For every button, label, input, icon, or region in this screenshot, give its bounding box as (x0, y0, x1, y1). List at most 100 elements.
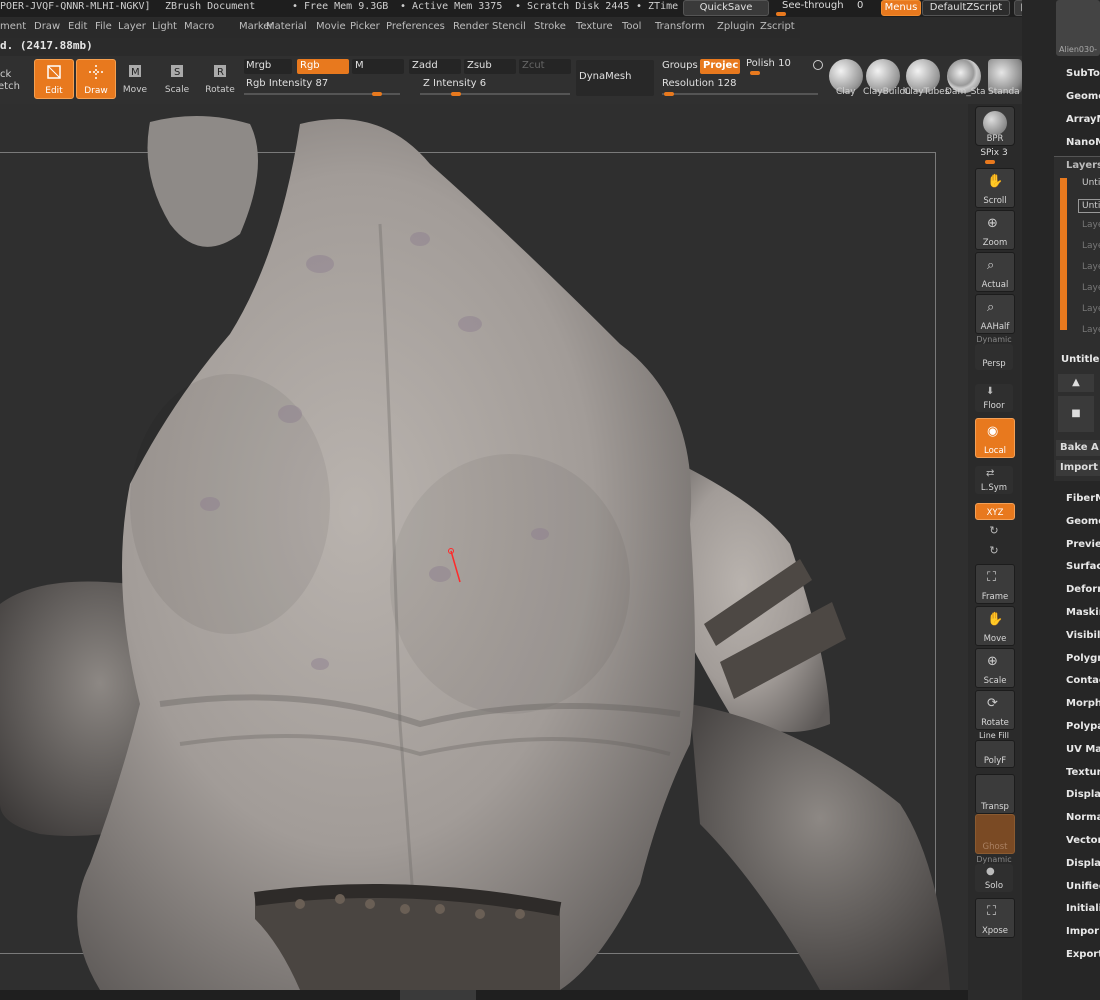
menu-file[interactable]: File (95, 21, 112, 32)
menus-toggle[interactable]: Menus (881, 0, 921, 16)
scale-button[interactable]: S Scale (158, 59, 196, 97)
persp-button[interactable]: Persp (975, 344, 1013, 370)
menu-material[interactable]: Material (266, 21, 307, 32)
spix-knob[interactable] (985, 160, 995, 164)
floor-button[interactable]: ⬇ Floor (975, 384, 1013, 412)
panel-subpalette-4[interactable]: Deform (1066, 584, 1100, 595)
panel-subpalette-15[interactable]: Vector (1066, 835, 1100, 846)
scale-view-button[interactable]: ⊕ Scale (975, 648, 1015, 688)
quicksave-button[interactable]: QuickSave (683, 0, 769, 16)
see-through-knob[interactable] (776, 12, 786, 16)
edit-button[interactable]: Edit (34, 59, 74, 99)
m-toggle[interactable]: M (352, 59, 404, 74)
panel-subpalette-8[interactable]: Contac (1066, 675, 1100, 686)
menu-transform[interactable]: Transform (655, 21, 705, 32)
menu-picker[interactable]: Picker (350, 21, 380, 32)
panel-item-3[interactable]: NanoM (1066, 137, 1100, 148)
panel-item-2[interactable]: ArrayM (1066, 114, 1100, 125)
actual-button[interactable]: ⌕ Actual (975, 252, 1015, 292)
frame-button[interactable]: ⛶ Frame (975, 564, 1015, 604)
scroll-button[interactable]: ✋ Scroll (975, 168, 1015, 208)
dynamesh-button[interactable]: DynaMesh (576, 60, 654, 96)
panel-subpalette-13[interactable]: Displa (1066, 789, 1100, 800)
panel-subpalette-18[interactable]: Initiali (1066, 903, 1100, 914)
resolution-knob[interactable] (664, 92, 674, 96)
zoom-button[interactable]: ⊕ Zoom (975, 210, 1015, 250)
layer-row[interactable]: Untit (1078, 199, 1100, 213)
layers-title[interactable]: Layers (1066, 160, 1100, 171)
panel-subpalette-2[interactable]: Previe (1066, 539, 1100, 550)
layer-row[interactable]: Laye (1082, 283, 1100, 293)
polish-knob[interactable] (750, 71, 760, 75)
solo-button[interactable]: ● Solo (975, 864, 1013, 892)
panel-subpalette-19[interactable]: Impor (1066, 926, 1099, 937)
menu-tool[interactable]: Tool (622, 21, 641, 32)
move-button[interactable]: M Move (116, 59, 154, 97)
transp-button[interactable]: Transp (975, 774, 1015, 814)
mrgb-toggle[interactable]: Mrgb (244, 59, 292, 74)
menu-macro[interactable]: Macro (184, 21, 214, 32)
project-toggle[interactable]: Projec (700, 59, 740, 74)
panel-subpalette-14[interactable]: Norma (1066, 812, 1100, 823)
menu-zplugin[interactable]: Zplugin (717, 21, 755, 32)
local-button[interactable]: ◉ Local (975, 418, 1015, 458)
panel-subpalette-3[interactable]: Surfac (1066, 561, 1100, 572)
panel-subpalette-7[interactable]: Polygr (1066, 653, 1100, 664)
layer-row[interactable]: Laye (1082, 241, 1100, 251)
rotate-axis-icon-1[interactable]: ↻ (968, 524, 1020, 537)
rgb-intensity-slider[interactable]: Rgb Intensity 87 (244, 78, 404, 98)
layer-row[interactable]: Laye (1082, 304, 1100, 314)
rgb-toggle[interactable]: Rgb (297, 59, 349, 74)
menu-preferences[interactable]: Preferences (386, 21, 445, 32)
rgb-intensity-knob[interactable] (371, 92, 382, 96)
zadd-toggle[interactable]: Zadd (409, 59, 461, 74)
panel-subpalette-5[interactable]: Maskin (1066, 607, 1100, 618)
polyf-button[interactable]: PolyF (975, 740, 1015, 768)
menu-edit[interactable]: Edit (68, 21, 87, 32)
polish-circle-toggle[interactable] (813, 60, 823, 70)
default-zscript-button[interactable]: DefaultZScript (922, 0, 1010, 16)
zsub-toggle[interactable]: Zsub (464, 59, 516, 74)
panel-subpalette-17[interactable]: Unified (1066, 881, 1100, 892)
menu-movie[interactable]: Movie (316, 21, 346, 32)
bottom-tray-toggle[interactable] (400, 990, 476, 1000)
rotate-view-button[interactable]: ⟳ Rotate (975, 690, 1015, 730)
menu-layer[interactable]: Layer (118, 21, 146, 32)
panel-subpalette-6[interactable]: Visibili (1066, 630, 1100, 641)
xpose-button[interactable]: ⛶ Xpose (975, 898, 1015, 938)
panel-subpalette-9[interactable]: Morph (1066, 698, 1100, 709)
layer-row[interactable]: Untit (1082, 178, 1100, 188)
panel-subpalette-1[interactable]: Geome (1066, 516, 1100, 527)
menu-texture[interactable]: Texture (576, 21, 613, 32)
draw-button[interactable]: Draw (76, 59, 116, 99)
rotate-button[interactable]: R Rotate (201, 59, 239, 97)
xyz-button[interactable]: XYZ (975, 503, 1015, 520)
ghost-button[interactable]: Ghost (975, 814, 1015, 854)
polish-slider[interactable]: Polish 10 (744, 58, 824, 76)
lsym-button[interactable]: ⇄ L.Sym (975, 466, 1013, 494)
sketch-button[interactable]: ck etch (0, 59, 30, 97)
layers-scrollbar[interactable] (1060, 178, 1067, 330)
panel-subpalette-16[interactable]: Display (1066, 858, 1100, 869)
menu-zscript[interactable]: Zscript (760, 21, 795, 32)
panel-subpalette-10[interactable]: Polypa (1066, 721, 1100, 732)
z-intensity-slider[interactable]: Z Intensity 6 (420, 78, 570, 98)
menu-draw[interactable]: Draw (34, 21, 60, 32)
resolution-slider[interactable]: Resolution 128 (662, 78, 822, 98)
aahalf-button[interactable]: ⌕ AAHalf (975, 294, 1015, 334)
z-intensity-knob[interactable] (451, 92, 461, 96)
panel-item-1[interactable]: Geome (1066, 91, 1100, 102)
import-layer-button[interactable]: Import (1056, 460, 1100, 476)
bpr-button[interactable]: BPR (975, 106, 1015, 146)
layer-record-button[interactable]: ■ (1058, 396, 1094, 432)
rotate-axis-icon-2[interactable]: ↻ (968, 544, 1020, 557)
see-through-slider[interactable]: See-through 0 (776, 0, 876, 16)
panel-item-0[interactable]: SubTool (1066, 68, 1100, 79)
canvas-viewport[interactable] (0, 104, 968, 990)
menu-stencil[interactable]: Stencil (492, 21, 526, 32)
layer-up-button[interactable]: ▲ (1058, 374, 1094, 392)
zcut-toggle[interactable]: Zcut (519, 59, 571, 74)
sculpt-model[interactable] (0, 104, 968, 990)
layer-row[interactable]: Laye (1082, 220, 1100, 230)
menu-light[interactable]: Light (152, 21, 177, 32)
